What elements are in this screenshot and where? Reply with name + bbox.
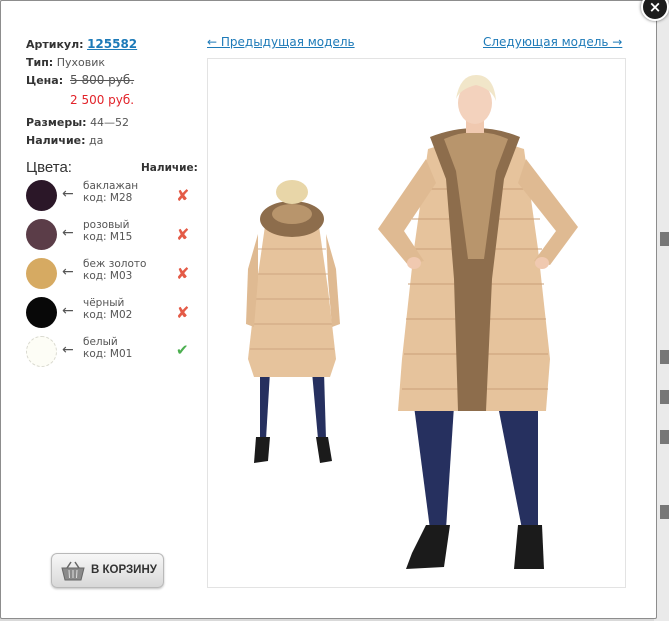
color-swatch[interactable]	[26, 219, 57, 250]
add-to-cart-button[interactable]: В КОРЗИНУ	[51, 553, 164, 588]
color-option-eggplant[interactable]: ← баклажан код: M28 ✘	[26, 179, 196, 213]
available-check-icon: ✔	[176, 341, 189, 359]
color-name: белый	[83, 336, 118, 348]
stock-label: Наличие:	[26, 134, 86, 147]
sizes-row: Размеры: 44—52	[26, 116, 129, 129]
arrow-left-icon: ←	[62, 264, 74, 280]
availability-title: Наличие:	[141, 162, 198, 174]
color-swatch[interactable]	[26, 258, 57, 289]
unavailable-cross-icon: ✘	[176, 225, 190, 244]
add-to-cart-label: В КОРЗИНУ	[91, 564, 157, 576]
color-name: чёрный	[83, 297, 125, 309]
colors-title: Цвета:	[26, 159, 72, 176]
product-quick-view-modal: Артикул: 125582 Тип: Пуховик Цена: 5 800…	[0, 0, 657, 619]
color-name: беж золото	[83, 258, 147, 270]
sale-price: 2 500 руб.	[70, 93, 135, 107]
old-price: 5 800 руб.	[70, 73, 135, 87]
background-fragment	[660, 430, 669, 444]
sizes-value: 44—52	[90, 116, 130, 129]
sku-row: Артикул: 125582	[26, 37, 137, 51]
color-swatch[interactable]	[26, 336, 57, 367]
color-name: баклажан	[83, 180, 139, 192]
color-name: розовый	[83, 219, 130, 231]
color-code: код: M02	[83, 309, 133, 321]
type-value: Пуховик	[56, 56, 106, 69]
sku-link[interactable]: 125582	[87, 37, 137, 51]
color-swatch[interactable]	[26, 297, 57, 328]
color-code: код: M28	[83, 192, 133, 204]
sku-label: Артикул:	[26, 38, 84, 51]
color-option-pink[interactable]: ← розовый код: M15 ✘	[26, 218, 196, 252]
type-label: Тип:	[26, 56, 54, 69]
arrow-left-icon: ←	[62, 342, 74, 358]
color-code: код: M15	[83, 231, 133, 243]
color-option-beige-gold[interactable]: ← беж золото код: M03 ✘	[26, 257, 196, 291]
price-label-row: Цена:	[26, 74, 63, 87]
product-photo	[207, 58, 626, 588]
background-fragment	[660, 390, 669, 404]
stock-value: да	[89, 134, 104, 147]
arrow-left-icon: ←	[62, 186, 74, 202]
price-label: Цена:	[26, 74, 64, 87]
sizes-label: Размеры:	[26, 116, 87, 129]
stock-row: Наличие: да	[26, 134, 103, 147]
background-fragment	[660, 232, 669, 246]
unavailable-cross-icon: ✘	[176, 303, 190, 322]
front-view-model	[378, 75, 578, 569]
previous-model-link[interactable]: ← Предыдущая модель	[207, 35, 355, 49]
unavailable-cross-icon: ✘	[176, 264, 190, 283]
arrow-left-icon: ←	[62, 303, 74, 319]
background-fragment	[660, 350, 669, 364]
next-model-link[interactable]: Следующая модель →	[483, 35, 622, 49]
color-code: код: M01	[83, 348, 133, 360]
type-row: Тип: Пуховик	[26, 56, 105, 69]
background-fragment	[660, 505, 669, 519]
color-swatch[interactable]	[26, 180, 57, 211]
color-option-black[interactable]: ← чёрный код: M02 ✘	[26, 296, 196, 330]
back-view-model	[246, 180, 340, 463]
basket-icon	[61, 561, 85, 581]
product-photo-illustration	[246, 75, 578, 569]
color-option-white[interactable]: ← белый код: M01 ✔	[26, 335, 196, 369]
unavailable-cross-icon: ✘	[176, 186, 190, 205]
arrow-left-icon: ←	[62, 225, 74, 241]
color-code: код: M03	[83, 270, 133, 282]
